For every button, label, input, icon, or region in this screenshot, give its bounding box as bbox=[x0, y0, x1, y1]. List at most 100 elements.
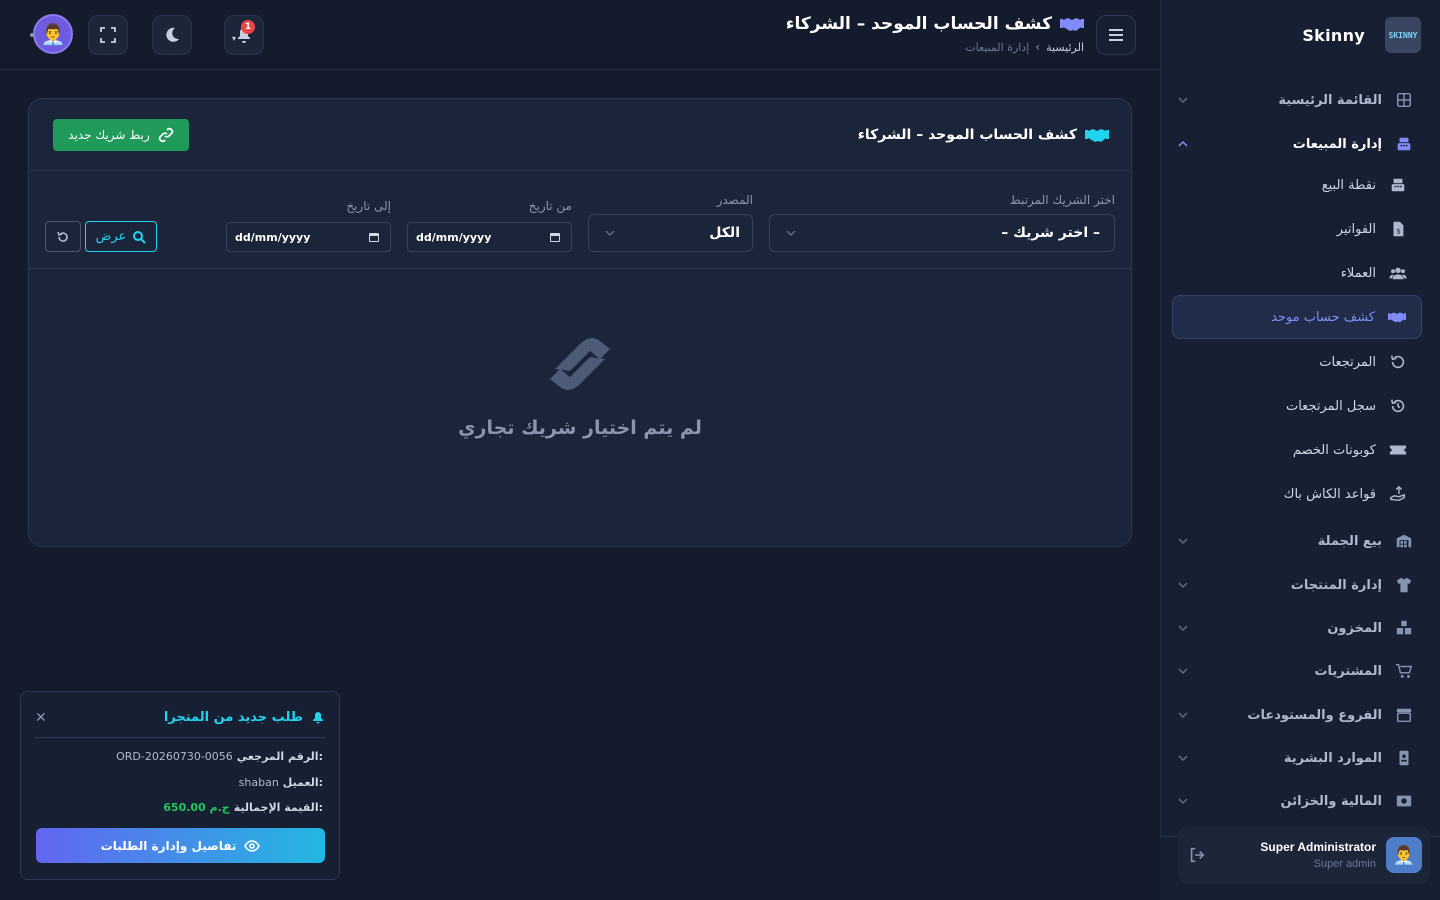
sidebar-subitem-unified-statement[interactable]: كشف حساب موحد bbox=[1172, 295, 1422, 339]
sidebar-subitem-label: المرتجعات bbox=[1319, 354, 1376, 370]
sidebar-subitem-label: العملاء bbox=[1340, 265, 1376, 281]
eye-icon bbox=[244, 839, 261, 852]
store-icon bbox=[1394, 705, 1414, 725]
from-date-label: من تاريخ bbox=[528, 199, 572, 213]
from-date-placeholder: dd/mm/yyyy bbox=[416, 230, 492, 244]
view-button[interactable]: عرض bbox=[85, 221, 157, 252]
handshake-icon bbox=[1387, 307, 1407, 327]
chevron-up-icon bbox=[1178, 140, 1188, 147]
sidebar-item-label: الفروع والمستودعات bbox=[1247, 707, 1382, 723]
dark-mode-toggle[interactable] bbox=[152, 15, 192, 55]
empty-state: لم يتم اختيار شريك تجاري bbox=[29, 329, 1131, 439]
close-icon[interactable]: ✕ bbox=[35, 710, 47, 726]
chevron-down-icon bbox=[1178, 625, 1188, 632]
handshake-icon bbox=[550, 338, 610, 390]
search-icon bbox=[133, 230, 147, 244]
sidebar-item-branches[interactable]: الفروع والمستودعات bbox=[1172, 693, 1422, 737]
fullscreen-button[interactable] bbox=[88, 15, 128, 55]
brand-name: Skinny bbox=[1302, 25, 1365, 45]
sidebar-item-inventory[interactable]: المخزون bbox=[1172, 606, 1422, 650]
breadcrumb-home[interactable]: الرئيسية bbox=[1046, 41, 1084, 54]
sidebar-item-purchases[interactable]: المشتريات bbox=[1172, 649, 1422, 693]
partner-select[interactable]: – اختر شريك – bbox=[769, 214, 1115, 252]
sidebar-subitem-pos[interactable]: نقطة البيع bbox=[1172, 163, 1422, 207]
cash-register-icon bbox=[1388, 175, 1408, 195]
breadcrumb-current: إدارة المبيعات bbox=[965, 40, 1030, 54]
calendar-icon[interactable] bbox=[368, 231, 380, 243]
calendar-icon[interactable] bbox=[549, 231, 561, 243]
toast-title: طلب جديد من المتجرا bbox=[164, 710, 325, 725]
to-date-label: إلى تاريخ bbox=[346, 199, 391, 213]
reset-icon bbox=[57, 231, 68, 242]
filters-bar: اختر الشريك المرتبط – اختر شريك – المصدر… bbox=[29, 171, 1131, 269]
sidebar-subitem-cashback[interactable]: قواعد الكاش باك bbox=[1172, 472, 1422, 516]
sidebar-item-main-menu[interactable]: القائمة الرئيسية bbox=[1172, 78, 1422, 122]
logout-icon[interactable] bbox=[1188, 846, 1206, 864]
sidebar-item-sales[interactable]: إدارة المبيعات bbox=[1172, 122, 1422, 166]
sidebar-subitem-label: الفواتير bbox=[1336, 221, 1376, 237]
source-label: المصدر bbox=[716, 193, 753, 207]
sidebar-item-hr[interactable]: الموارد البشرية bbox=[1172, 736, 1422, 780]
sidebar-subitem-customers[interactable]: العملاء bbox=[1172, 251, 1422, 295]
chevron-down-icon bbox=[1178, 97, 1188, 104]
link-new-partner-label: ربط شريك جديد bbox=[68, 128, 150, 142]
card-title-text: كشف الحساب الموحد – الشركاء bbox=[857, 127, 1077, 143]
sidebar-subitem-label: سجل المرتجعات bbox=[1285, 398, 1376, 414]
menu-toggle-button[interactable] bbox=[1096, 15, 1136, 55]
link-icon bbox=[158, 127, 173, 143]
user-role: Super admin bbox=[1313, 858, 1376, 870]
toast-ref-value: ORD-20260730-0056 bbox=[116, 750, 233, 763]
breadcrumb: الرئيسية ‹ إدارة المبيعات bbox=[965, 40, 1084, 54]
sidebar-subitem-label: قواعد الكاش باك bbox=[1283, 486, 1376, 502]
statement-card: كشف الحساب الموحد – الشركاء ربط شريك جدي… bbox=[28, 98, 1132, 547]
ticket-icon bbox=[1388, 440, 1408, 460]
empty-state-text: لم يتم اختيار شريك تجاري bbox=[458, 417, 702, 439]
toast-title-text: طلب جديد من المتجرا bbox=[163, 710, 303, 725]
toast-ref-label: الرقم المرجعي: bbox=[236, 750, 323, 763]
from-date-input[interactable]: dd/mm/yyyy bbox=[407, 222, 572, 252]
hand-coin-icon bbox=[1388, 484, 1408, 504]
sidebar-item-label: المالية والخزائن bbox=[1280, 793, 1382, 809]
brand[interactable]: SKINNY Skinny bbox=[1160, 0, 1440, 70]
sidebar-subitem-returns-log[interactable]: سجل المرتجعات bbox=[1172, 384, 1422, 428]
toast-total-label: القيمة الإجمالية: bbox=[233, 801, 323, 814]
sidebar-item-products[interactable]: إدارة المنتجات bbox=[1172, 563, 1422, 607]
chevron-down-icon bbox=[605, 230, 615, 237]
user-info: Super Administrator Super admin bbox=[1260, 840, 1376, 870]
moon-icon bbox=[166, 27, 179, 42]
chevron-down-icon bbox=[786, 230, 796, 237]
sidebar-item-label: إدارة المنتجات bbox=[1290, 577, 1382, 593]
sidebar-item-wholesale[interactable]: بيع الجملة bbox=[1172, 519, 1422, 563]
chevron-down-icon bbox=[1178, 755, 1188, 762]
order-details-button[interactable]: تفاصيل وإدارة الطلبات bbox=[36, 828, 325, 863]
sidebar-item-label: الموارد البشرية bbox=[1283, 750, 1382, 766]
toast-ref-row: الرقم المرجعي: ORD-20260730-0056 bbox=[116, 750, 323, 763]
toast-header: طلب جديد من المتجرا ✕ bbox=[35, 692, 325, 738]
page-title-text: كشف الحساب الموحد – الشركاء bbox=[785, 14, 1052, 34]
card-title: كشف الحساب الموحد – الشركاء bbox=[858, 123, 1109, 147]
source-select[interactable]: الكل bbox=[588, 214, 753, 252]
chevron-down-icon bbox=[1178, 668, 1188, 675]
notifications-button[interactable]: ▾ 1 bbox=[224, 15, 264, 55]
user-name: Super Administrator bbox=[1260, 840, 1376, 854]
svg-text:$: $ bbox=[1396, 227, 1401, 236]
sidebar-item-label: المشتريات bbox=[1314, 663, 1382, 679]
brand-logo: SKINNY bbox=[1385, 17, 1421, 53]
card-header: كشف الحساب الموحد – الشركاء ربط شريك جدي… bbox=[29, 99, 1131, 171]
sidebar-item-finance[interactable]: المالية والخزائن bbox=[1172, 779, 1422, 823]
breadcrumb-separator: ‹ bbox=[1035, 40, 1041, 54]
link-new-partner-button[interactable]: ربط شريك جديد bbox=[53, 119, 189, 151]
sidebar-subitem-invoices[interactable]: $ الفواتير bbox=[1172, 207, 1422, 251]
partner-select-value: – اختر شريك – bbox=[1001, 225, 1100, 241]
reset-button[interactable] bbox=[45, 221, 81, 252]
profile-avatar-button[interactable]: 👨‍💼 bbox=[33, 14, 73, 54]
toast-customer-row: العميل: shaban bbox=[239, 776, 323, 789]
view-button-label: عرض bbox=[95, 229, 127, 244]
user-card[interactable]: 👨‍💼 Super Administrator Super admin bbox=[1178, 826, 1430, 884]
invoice-icon: $ bbox=[1388, 219, 1408, 239]
sidebar-subitem-coupons[interactable]: كوبونات الخصم bbox=[1172, 428, 1422, 472]
caret-down-icon: ▾ bbox=[232, 34, 237, 43]
to-date-input[interactable]: dd/mm/yyyy bbox=[226, 222, 391, 252]
sidebar-subitem-returns[interactable]: المرتجعات bbox=[1172, 340, 1422, 384]
handshake-icon bbox=[1085, 129, 1109, 142]
